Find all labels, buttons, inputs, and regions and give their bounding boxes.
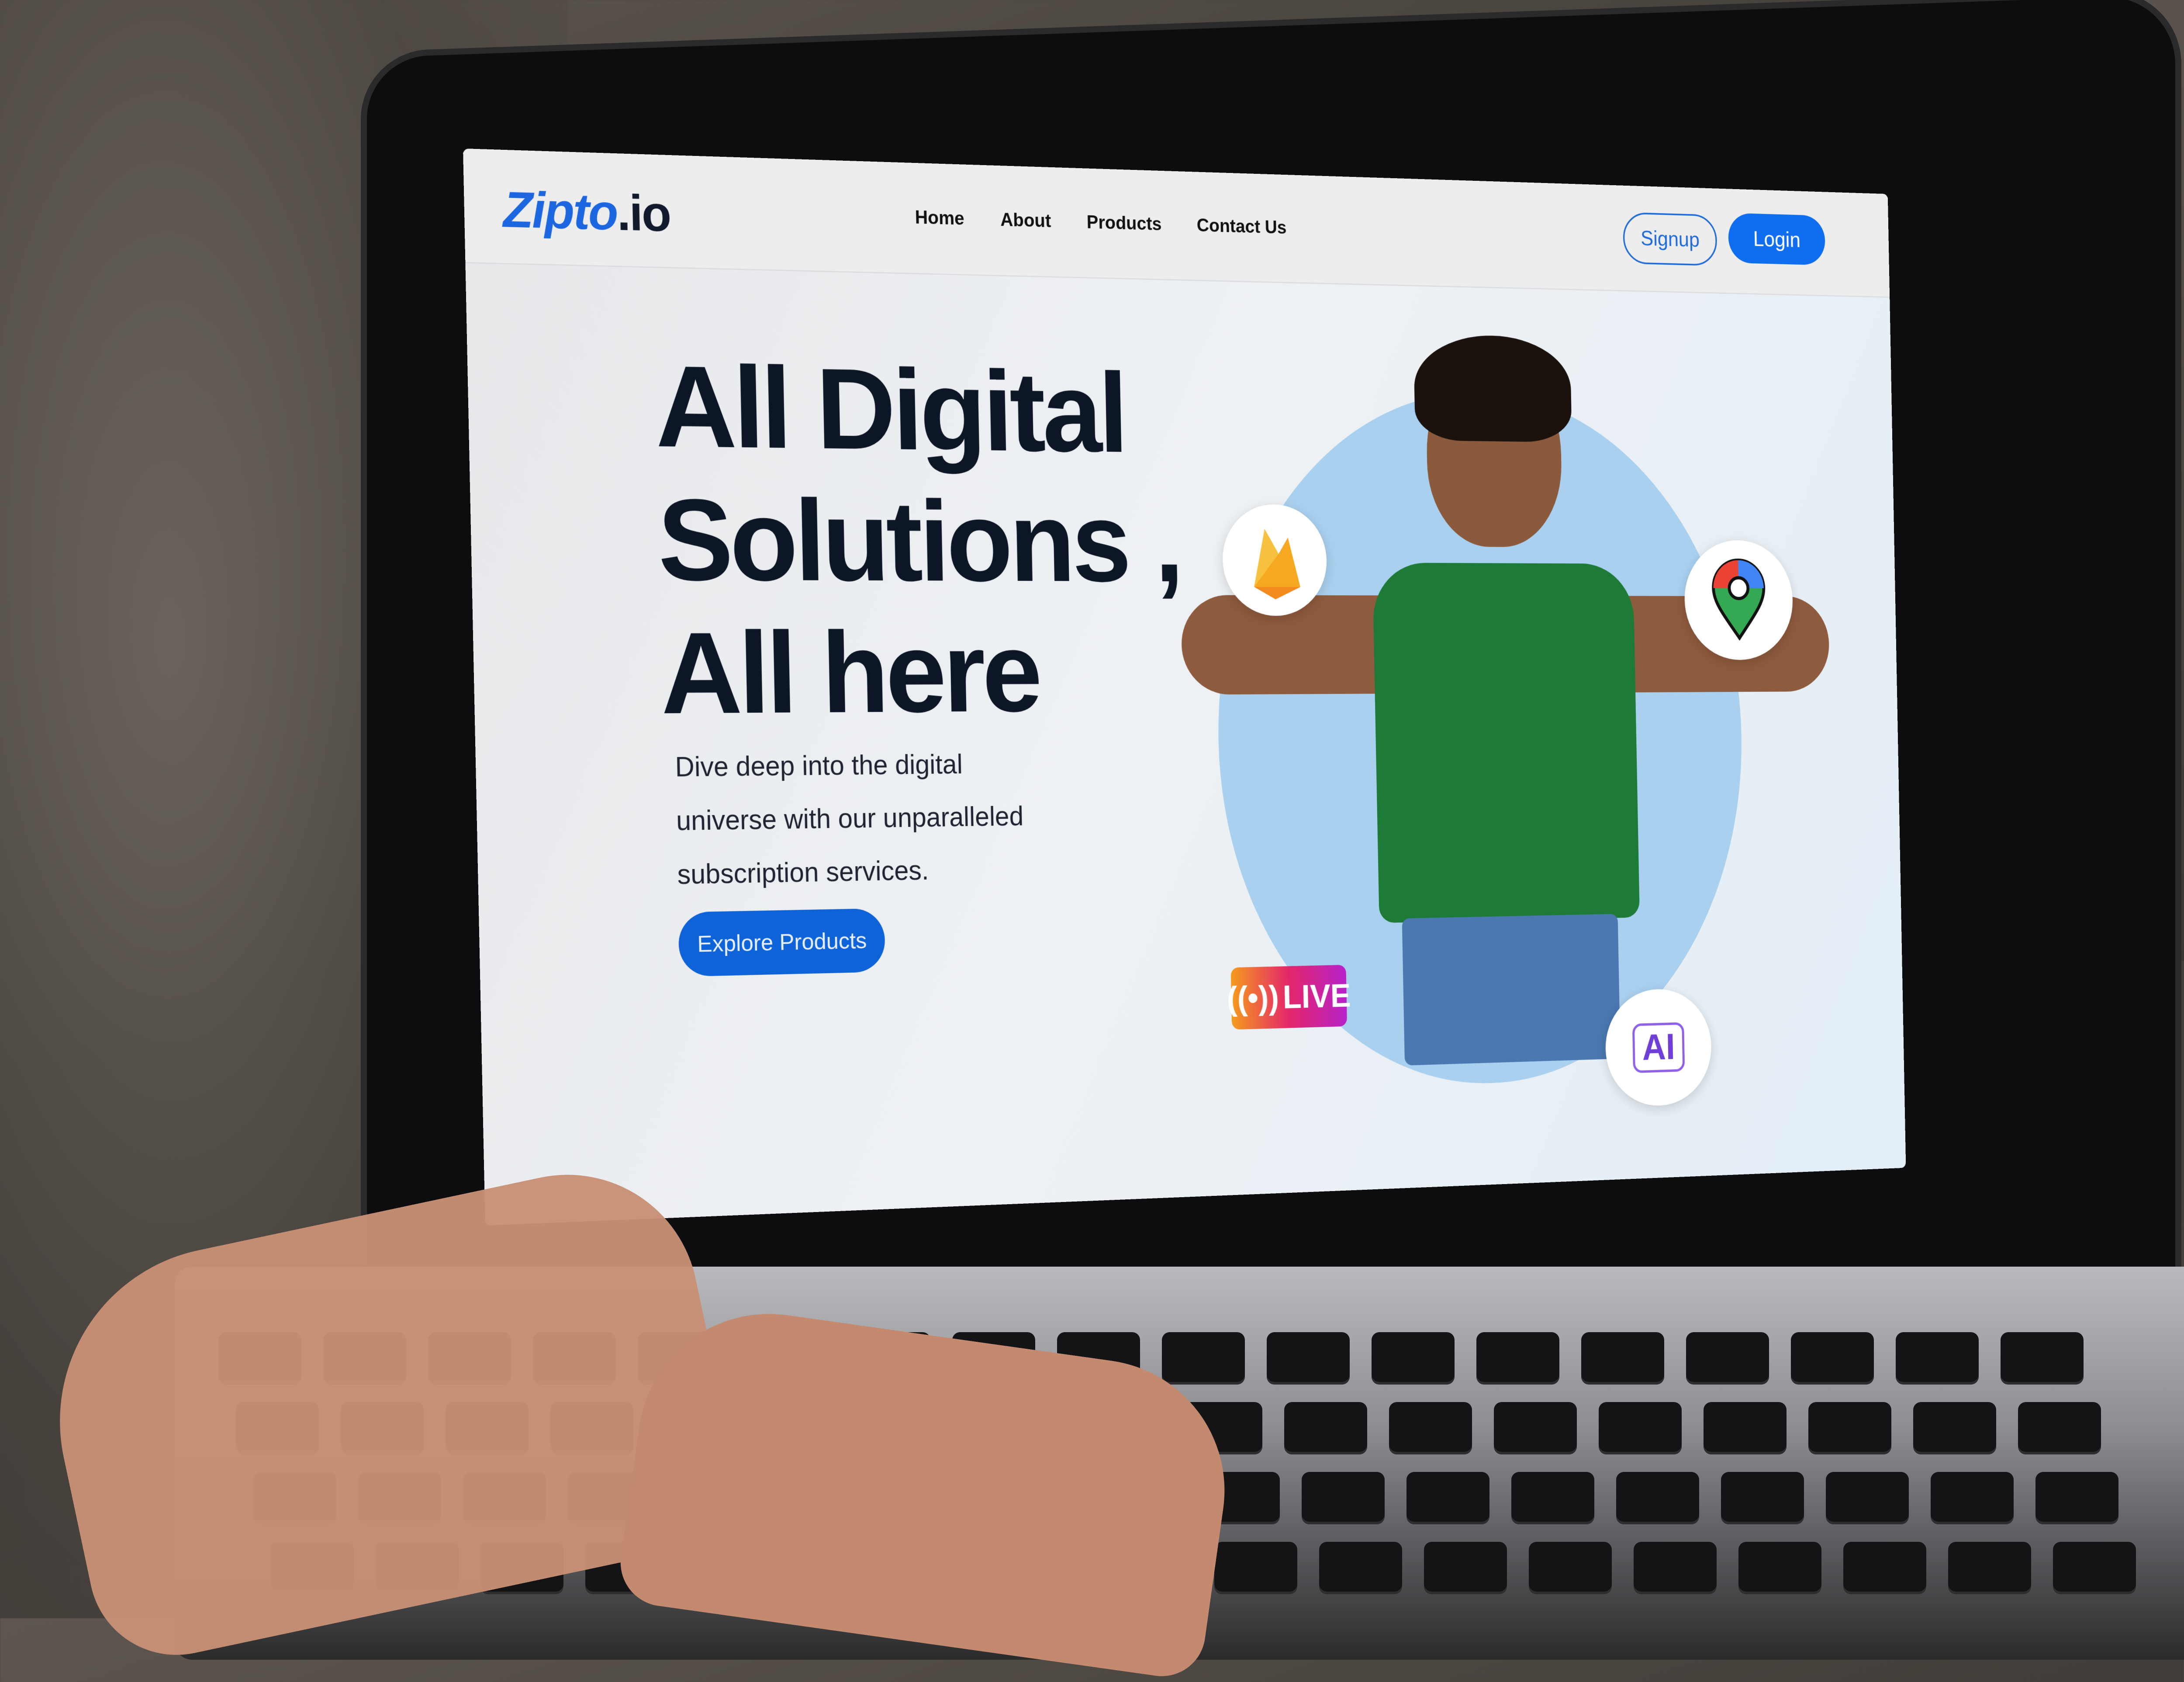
keyboard-key xyxy=(1424,1542,1507,1594)
keyboard-key xyxy=(1686,1332,1769,1385)
keyboard-key xyxy=(1704,1402,1787,1454)
keyboard-key xyxy=(1214,1542,1297,1594)
keyboard-key xyxy=(1476,1332,1559,1385)
keyboard-key xyxy=(2001,1332,2084,1385)
keyboard-key xyxy=(1581,1332,1664,1385)
keyboard-key xyxy=(1302,1472,1385,1524)
nav-link-home[interactable]: Home xyxy=(915,207,964,230)
nav-link-contact[interactable]: Contact Us xyxy=(1196,215,1286,238)
keyboard-key xyxy=(1931,1472,2014,1524)
keyboard-key xyxy=(1162,1332,1245,1385)
hero-title-line1: All Digital xyxy=(653,341,1127,477)
keyboard-key xyxy=(1406,1472,1489,1524)
explore-products-button[interactable]: Explore Products xyxy=(678,908,886,977)
keyboard-key xyxy=(2018,1402,2101,1454)
keyboard-key xyxy=(1913,1402,1996,1454)
keyboard-key xyxy=(1529,1542,1612,1594)
keyboard-key xyxy=(1319,1542,1402,1594)
keyboard-key xyxy=(1826,1472,1909,1524)
keyboard-key xyxy=(1284,1402,1367,1454)
hero-title: All Digital Solutions , All here xyxy=(654,340,1184,740)
keyboard-key xyxy=(1843,1542,1926,1594)
keyboard-key xyxy=(1791,1332,1874,1385)
laptop-screen: Zipto.io Home About Products Contact Us … xyxy=(463,149,1906,1226)
keyboard-key xyxy=(1389,1402,1472,1454)
person-jeans xyxy=(1402,914,1621,1066)
keyboard-key xyxy=(1599,1402,1682,1454)
broadcast-icon: ((•)) xyxy=(1227,978,1279,1017)
hero-title-line3: All here xyxy=(659,608,1040,739)
keyboard-key xyxy=(1267,1332,1350,1385)
person-hair xyxy=(1413,334,1572,442)
keyboard-key xyxy=(1511,1472,1594,1524)
keyboard-key xyxy=(2053,1542,2136,1594)
hero-subtitle: Dive deep into the digital universe with… xyxy=(674,749,1024,890)
keyboard-key xyxy=(1721,1472,1804,1524)
keyboard-key xyxy=(1948,1542,2031,1594)
logo-main: Zipto xyxy=(502,181,618,241)
keyboard-key xyxy=(1494,1402,1577,1454)
person-shirt xyxy=(1372,563,1640,923)
keyboard-key xyxy=(1372,1332,1455,1385)
login-button[interactable]: Login xyxy=(1728,213,1826,266)
nav-links: Home About Products Contact Us xyxy=(915,207,1287,238)
live-label: LIVE xyxy=(1282,977,1351,1015)
ai-label: AI xyxy=(1632,1022,1685,1073)
live-badge: ((•)) LIVE xyxy=(1227,964,1351,1030)
signup-button[interactable]: Signup xyxy=(1622,212,1717,266)
logo-suffix: .io xyxy=(616,184,671,242)
hero-title-line2: Solutions , xyxy=(657,475,1182,606)
keyboard-key xyxy=(2035,1472,2118,1524)
nav-link-about[interactable]: About xyxy=(1000,209,1051,231)
site-logo[interactable]: Zipto.io xyxy=(502,180,670,243)
keyboard-key xyxy=(1616,1472,1699,1524)
keyboard-key xyxy=(1896,1332,1979,1385)
nav-link-products[interactable]: Products xyxy=(1086,212,1162,235)
keyboard-key xyxy=(1738,1542,1821,1594)
keyboard-key xyxy=(1634,1542,1717,1594)
keyboard-key xyxy=(1808,1402,1891,1454)
